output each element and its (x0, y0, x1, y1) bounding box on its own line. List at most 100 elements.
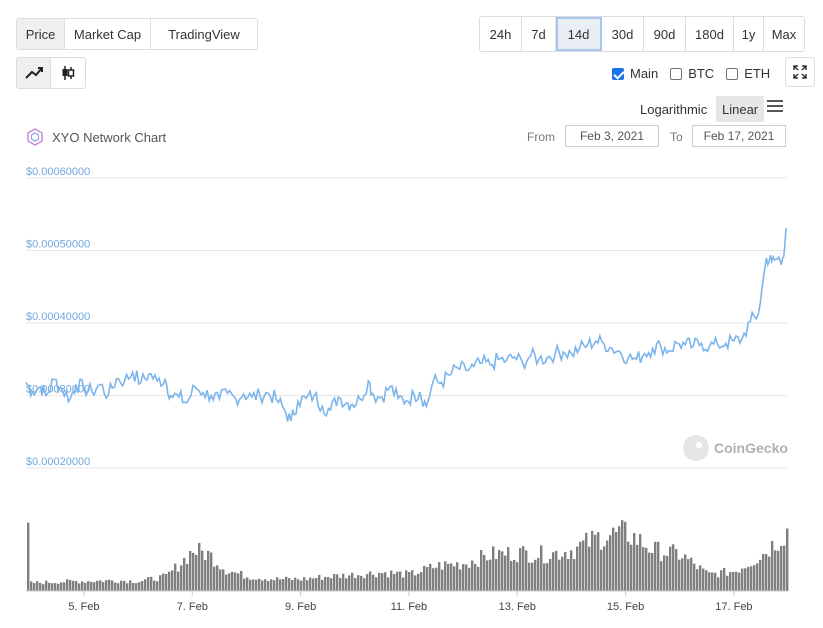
volume-bar (54, 583, 57, 591)
volume-bar (456, 562, 459, 591)
volume-bar (744, 568, 747, 591)
volume-bar (570, 550, 573, 591)
volume-bar (144, 579, 147, 591)
volume-bar (381, 573, 384, 591)
volume-bar (192, 553, 195, 591)
volume-bar (255, 579, 258, 591)
volume-bar (147, 577, 150, 591)
volume-bar (507, 547, 510, 591)
volume-bar (612, 527, 615, 591)
volume-bar (384, 572, 387, 591)
y-tick-label: $0.00060000 (26, 166, 90, 178)
volume-bar (393, 574, 396, 591)
volume-bar (348, 575, 351, 591)
volume-bar (63, 582, 66, 591)
volume-bar (675, 549, 678, 591)
volume-bar (663, 555, 666, 591)
volume-bar (387, 577, 390, 591)
volume-bar (165, 574, 168, 591)
volume-bar (723, 568, 726, 591)
volume-bar (96, 580, 99, 591)
volume-bar (339, 577, 342, 591)
volume-bar (267, 581, 270, 591)
volume-bar (345, 578, 348, 591)
volume-bar (759, 559, 762, 591)
volume-bar (297, 579, 300, 591)
volume-bar (465, 564, 468, 591)
volume-bar (774, 550, 777, 591)
volume-bar (204, 560, 207, 591)
volume-bar (240, 570, 243, 591)
volume-bar (651, 553, 654, 591)
volume-bar (582, 540, 585, 591)
volume-bar (84, 582, 87, 591)
volume-bar (444, 561, 447, 591)
volume-bar (30, 581, 33, 591)
volume-bar (516, 562, 519, 591)
volume-bar (519, 548, 522, 591)
x-tick-label: 5. Feb (68, 601, 99, 613)
volume-bar (411, 570, 414, 591)
volume-bar (606, 540, 609, 591)
volume-bar (135, 583, 138, 591)
volume-bar (474, 563, 477, 591)
volume-bar (681, 558, 684, 591)
volume-bar (324, 576, 327, 591)
volume-bar (591, 530, 594, 591)
volume-bar (216, 565, 219, 591)
x-axis-ticks: 5. Feb 7. Feb 9. Feb 11. Feb 13. Feb 15. Feb 1… (68, 591, 753, 613)
x-tick-label: 11. Feb (391, 601, 428, 613)
volume-bar (375, 577, 378, 591)
volume-bar (186, 564, 189, 591)
volume-bar (669, 546, 672, 591)
volume-bar (537, 557, 540, 591)
volume-bar (624, 521, 627, 591)
volume-bar (579, 541, 582, 591)
volume-bar (162, 573, 165, 591)
volume-bar (585, 532, 588, 591)
volume-bar (609, 535, 612, 591)
volume-bar (390, 570, 393, 591)
volume-bar (603, 546, 606, 591)
volume-bar (231, 571, 234, 591)
volume-bar (219, 569, 222, 591)
volume-bar (27, 522, 30, 591)
volume-bar (720, 570, 723, 591)
volume-bar (45, 580, 48, 591)
volume-bar (498, 550, 501, 591)
volume-bar (90, 581, 93, 591)
volume-bar (627, 541, 630, 591)
volume-bar (435, 567, 438, 591)
volume-bar (459, 569, 462, 591)
volume-bar (330, 578, 333, 591)
volume-bar (312, 578, 315, 591)
volume-bar (117, 583, 120, 591)
volume-bar (531, 562, 534, 591)
volume-bar (225, 574, 228, 591)
volume-bar (72, 580, 75, 591)
volume-bar (321, 579, 324, 591)
volume-bar (732, 572, 735, 591)
volume-bar (378, 572, 381, 591)
volume-bar (369, 571, 372, 591)
grid-lines (26, 177, 787, 469)
volume-bar (786, 528, 789, 591)
volume-bar (438, 562, 441, 591)
volume-bar (762, 554, 765, 591)
volume-bar (159, 575, 162, 591)
volume-bar (636, 544, 639, 591)
volume-bar (780, 546, 783, 591)
volume-bar (696, 569, 699, 591)
volume-bar (573, 559, 576, 591)
volume-bar (534, 559, 537, 591)
volume-bar (654, 541, 657, 591)
volume-bar (315, 578, 318, 591)
volume-bar (618, 526, 621, 591)
volume-bar (426, 567, 429, 591)
volume-bar (678, 559, 681, 591)
volume-bar (402, 577, 405, 591)
x-tick-label: 15. Feb (607, 601, 644, 613)
volume-bar (708, 572, 711, 591)
volume-bar (756, 563, 759, 591)
volume-bar (195, 554, 198, 591)
